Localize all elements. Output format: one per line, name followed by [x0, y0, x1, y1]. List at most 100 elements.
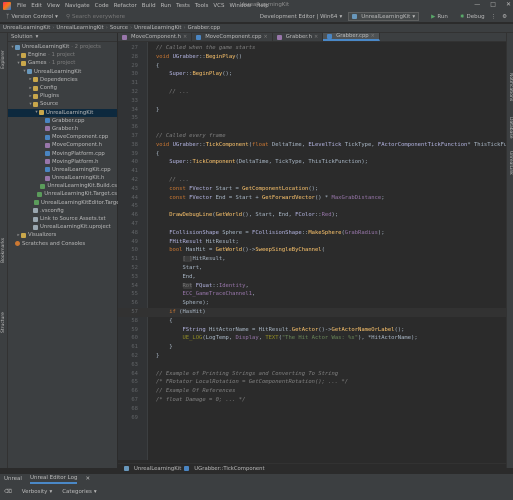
maximize-icon[interactable]: □ — [490, 1, 496, 8]
breadcrumb-separator: › — [130, 25, 133, 31]
menu-refactor[interactable]: Refactor — [114, 3, 137, 9]
editor-crumb-method[interactable]: UGrabber::TickComponent — [194, 466, 264, 472]
minimize-icon[interactable]: — — [474, 1, 480, 8]
configuration-selector[interactable]: Development Editor | Win64 ▾ — [260, 14, 343, 20]
breadcrumb-item[interactable]: UnrealLearningKit — [56, 25, 103, 31]
code-text: } — [156, 344, 173, 351]
menu-edit[interactable]: Edit — [31, 3, 42, 9]
database-tool-tab[interactable]: Database — [508, 117, 513, 138]
tree-item-label: UnrealLearningKit — [22, 44, 70, 51]
tree-item[interactable]: UnrealLearningKit.Target.cs — [8, 190, 117, 198]
breadcrumb-item[interactable]: UnrealLearningKit — [134, 25, 181, 31]
code-line: 61 } — [118, 343, 506, 352]
menu-view[interactable]: View — [47, 3, 60, 9]
tree-item[interactable]: Grabber.h — [8, 125, 117, 133]
project-icon — [352, 14, 358, 19]
tab-unreal-editor-log[interactable]: Unreal Editor Log — [29, 475, 78, 484]
cpp-icon — [45, 151, 50, 157]
breadcrumb-item[interactable]: Grabber.cpp — [188, 25, 221, 31]
tree-item[interactable]: MovingPlatform.h — [8, 158, 117, 166]
breadcrumb-item[interactable]: Source — [110, 25, 128, 31]
breadcrumb-item[interactable]: UnrealLearningKit — [3, 25, 50, 31]
menu-navigate[interactable]: Navigate — [65, 3, 90, 9]
line-number: 68 — [131, 405, 138, 412]
chevron-down-icon: ▾ — [49, 489, 53, 495]
tree-item[interactable]: UnrealLearningKitEditor.Target.cs — [8, 199, 129, 207]
editor-tab[interactable]: Grabber.h × — [273, 33, 324, 41]
line-number: 31 — [131, 80, 138, 87]
code-text: Sphere); — [156, 300, 209, 307]
tree-item[interactable]: ▾ UnrealLearningKit · 2 projects — [8, 43, 117, 51]
tree-item[interactable]: UnrealLearningKit.uproject — [8, 223, 117, 231]
tree-item[interactable]: Scratches and Consoles — [8, 240, 117, 248]
menu-file[interactable]: File — [17, 3, 26, 9]
code-editor[interactable]: 27 // Called when the game starts 28 void U… — [118, 42, 506, 460]
tree-item[interactable]: UnrealLearningKit.cpp — [8, 166, 117, 174]
tree-item[interactable]: MovingPlatform.cpp — [8, 149, 117, 157]
bookmarks-tool-tab[interactable]: Bookmarks — [1, 238, 6, 263]
chevron-down-icon: ▾ — [55, 13, 58, 20]
tab-unreal[interactable]: Unreal — [4, 476, 22, 482]
line-number: 66 — [131, 388, 138, 395]
menu-tools[interactable]: Tools — [195, 3, 209, 9]
code-line: 52 Start, — [118, 264, 506, 273]
version-control-button[interactable]: ᛉ Version Control ▾ — [6, 14, 58, 20]
solution-title[interactable]: Solution — [11, 34, 33, 40]
chevron-down-icon[interactable]: ▾ — [36, 34, 39, 40]
close-icon[interactable]: ✕ — [85, 476, 90, 482]
code-text: void UGrabber::BeginPlay() — [156, 53, 243, 60]
line-number: 51 — [131, 256, 138, 263]
more-icon[interactable]: ⋮ — [491, 14, 497, 20]
unreallink-tool-tab[interactable]: UnrealLink — [508, 151, 513, 175]
run-button[interactable]: ▶ Run — [431, 14, 448, 20]
tree-item[interactable]: ▸ Dependencies — [8, 76, 117, 84]
categories-dropdown[interactable]: Categories ▾ — [62, 489, 96, 495]
editor-tab[interactable]: MoveComponent.h × — [118, 33, 193, 41]
tree-item[interactable]: UnrealLearningKit.h — [8, 174, 117, 182]
editor-crumb-project[interactable]: UnrealLearningKit — [134, 466, 181, 472]
tree-item[interactable]: MoveComponent.cpp — [8, 133, 117, 141]
tree-item-label: Grabber.cpp — [52, 117, 85, 124]
editor-tab[interactable]: MoveComponent.cpp × — [192, 33, 273, 41]
close-icon[interactable]: × — [263, 34, 267, 40]
debug-button[interactable]: ✸ Debug — [460, 14, 485, 20]
tree-item[interactable]: ▾ UnrealLearningKit — [8, 108, 117, 117]
settings-gear-icon[interactable]: ⚙ — [502, 14, 507, 20]
tree-item[interactable]: ▾ Games · 1 project — [8, 59, 117, 67]
code-line: 59 FString HitActorName = HitResult.GetA… — [118, 326, 506, 335]
tree-item[interactable]: ▸ Plugins — [8, 92, 117, 100]
close-icon[interactable]: ✕ — [506, 1, 511, 8]
verbosity-dropdown[interactable]: Verbosity ▾ — [22, 489, 52, 495]
code-text: FHitResult HitResult; — [169, 238, 239, 245]
tree-item[interactable]: Link to Source Assets.txt — [8, 215, 117, 223]
tree-item[interactable]: ▸ Visualizers — [8, 231, 117, 239]
tree-item[interactable]: .vsconfig — [8, 207, 117, 215]
search-everywhere[interactable]: ⚲ Search everywhere — [66, 14, 125, 20]
run-configuration-selector[interactable]: UnrealLearningKit ▾ — [348, 12, 420, 21]
menu-code[interactable]: Code — [95, 3, 109, 9]
tree-item[interactable]: UnrealLearningKit.Build.cs — [8, 182, 117, 190]
tree-item[interactable]: ▾ Source — [8, 100, 117, 108]
tree-item[interactable]: ▸ Engine · 1 project — [8, 51, 117, 59]
main-menu: File Edit View Navigate Code Refactor Build Run… — [17, 3, 269, 9]
code-text: Rot FQuat::Identity, — [182, 282, 249, 289]
explorer-tool-tab[interactable]: Explorer — [1, 50, 6, 69]
notifications-tool-tab[interactable]: Notifications — [508, 73, 513, 101]
code-line: 41 — [118, 167, 506, 176]
trash-icon[interactable]: ⌫ — [4, 489, 12, 495]
tree-item[interactable]: MoveComponent.h — [8, 141, 117, 149]
tree-item[interactable]: ▾ UnrealLearningKit — [8, 68, 117, 76]
tree-item[interactable]: ▸ Config — [8, 84, 117, 92]
menu-build[interactable]: Build — [142, 3, 156, 9]
close-icon[interactable]: × — [314, 34, 318, 40]
structure-tool-tab[interactable]: Structure — [1, 312, 6, 333]
code-text: const FVector End = Start + GetForwardVe… — [169, 194, 385, 201]
menu-tests[interactable]: Tests — [176, 3, 190, 9]
menu-run[interactable]: Run — [161, 3, 172, 9]
close-icon[interactable]: × — [183, 34, 187, 40]
close-icon[interactable]: × — [371, 33, 375, 39]
code-text: { — [156, 317, 173, 324]
editor-tab[interactable]: Grabber.cpp × — [323, 33, 380, 41]
menu-vcs[interactable]: VCS — [213, 3, 224, 9]
tree-item[interactable]: Grabber.cpp — [8, 117, 117, 125]
